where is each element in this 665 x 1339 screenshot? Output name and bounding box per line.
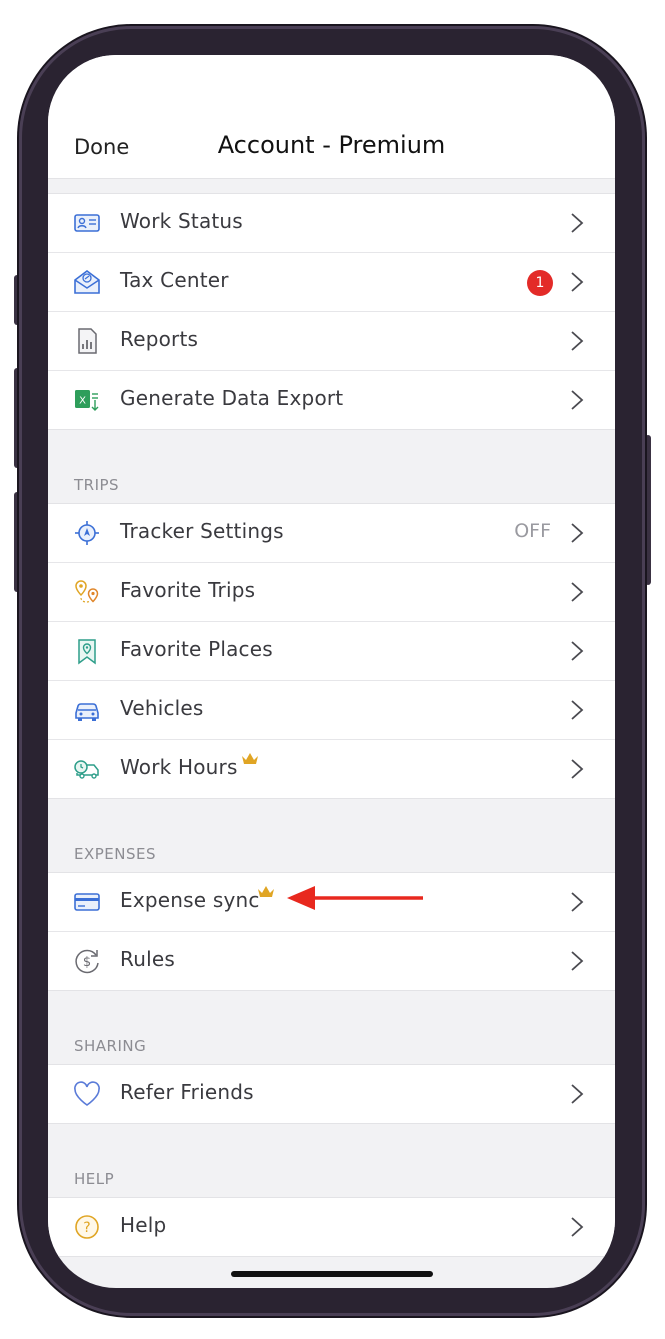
row-label: Vehicles — [120, 696, 204, 720]
row-work-hours[interactable]: Work Hours — [48, 739, 615, 798]
car-icon — [75, 703, 99, 721]
credit-card-icon — [74, 893, 100, 911]
row-refer-friends[interactable]: Refer Friends — [48, 1065, 615, 1123]
heart-icon — [74, 1081, 100, 1106]
chevron-right-icon — [571, 272, 584, 292]
report-chart-icon — [78, 328, 97, 354]
annotation-arrow-icon — [287, 886, 423, 910]
svg-text:?: ? — [83, 1220, 90, 1236]
row-label: Work Status — [120, 209, 243, 233]
row-label: Favorite Places — [120, 637, 273, 661]
help-group: ? Help — [48, 1197, 615, 1257]
row-label: Tax Center — [120, 268, 229, 292]
chevron-right-icon — [571, 582, 584, 602]
clock-truck-icon — [74, 760, 99, 779]
section-header-sharing: SHARING — [48, 991, 615, 1064]
account-group: Work Status Tax Center 1 Reports X Gener… — [48, 193, 615, 430]
dollar-cycle-icon: $ — [75, 949, 99, 974]
chevron-right-icon — [571, 892, 584, 912]
row-help[interactable]: ? Help — [48, 1198, 615, 1256]
row-label: Work Hours — [120, 755, 238, 779]
sharing-group: Refer Friends — [48, 1064, 615, 1124]
chevron-right-icon — [571, 213, 584, 233]
chevron-right-icon — [571, 759, 584, 779]
chevron-right-icon — [571, 523, 584, 543]
page-title: Account - Premium — [217, 131, 446, 159]
chevron-right-icon — [571, 390, 584, 410]
section-header-expenses: EXPENSES — [48, 799, 615, 872]
trips-group: Tracker Settings OFF Favorite Trips Favo… — [48, 503, 615, 799]
row-label: Expense sync — [120, 888, 260, 912]
row-reports[interactable]: Reports — [48, 311, 615, 370]
chevron-right-icon — [571, 641, 584, 661]
chevron-right-icon — [571, 331, 584, 351]
row-rules[interactable]: $ Rules — [48, 931, 615, 990]
home-indicator[interactable] — [231, 1271, 433, 1277]
row-tracker-settings[interactable]: Tracker Settings OFF — [48, 504, 615, 562]
section-header-help: HELP — [48, 1124, 615, 1197]
excel-export-icon: X — [75, 390, 99, 411]
section-title: TRIPS — [74, 476, 120, 494]
chevron-right-icon — [571, 951, 584, 971]
premium-crown-icon — [258, 886, 274, 897]
id-card-icon — [74, 214, 100, 232]
section-header-trips: TRIPS — [48, 430, 615, 503]
row-label: Help — [120, 1213, 167, 1237]
chevron-right-icon — [571, 1217, 584, 1237]
section-title: EXPENSES — [74, 845, 157, 863]
chevron-right-icon — [571, 1084, 584, 1104]
row-tax-center[interactable]: Tax Center 1 — [48, 252, 615, 311]
phone-screen: Done Account - Premium Work Status Tax C… — [48, 55, 615, 1288]
question-circle-icon: ? — [75, 1215, 99, 1239]
row-work-status[interactable]: Work Status — [48, 194, 615, 252]
tracker-status-value: OFF — [514, 520, 551, 542]
route-pins-icon — [75, 580, 99, 603]
row-label: Refer Friends — [120, 1080, 254, 1104]
row-label: Reports — [120, 327, 199, 351]
side-button — [645, 435, 651, 585]
settings-list: Work Status Tax Center 1 Reports X Gener… — [48, 193, 615, 1257]
row-label: Rules — [120, 947, 175, 971]
row-vehicles[interactable]: Vehicles — [48, 680, 615, 739]
svg-text:X: X — [79, 396, 86, 407]
svg-text:$: $ — [83, 955, 91, 970]
navigation-bar: Done Account - Premium — [48, 55, 615, 179]
row-label: Generate Data Export — [120, 386, 344, 410]
row-favorite-trips[interactable]: Favorite Trips — [48, 562, 615, 621]
section-title: HELP — [74, 1170, 115, 1188]
row-favorite-places[interactable]: Favorite Places — [48, 621, 615, 680]
row-generate-data-export[interactable]: X Generate Data Export — [48, 370, 615, 429]
row-label: Favorite Trips — [120, 578, 256, 602]
chevron-right-icon — [571, 700, 584, 720]
section-title: SHARING — [74, 1037, 147, 1055]
row-label: Tracker Settings — [120, 519, 284, 543]
tracker-target-icon — [75, 521, 99, 545]
map-pin-icon — [78, 639, 96, 665]
notification-badge: 1 — [527, 270, 553, 296]
tax-envelope-icon — [74, 270, 100, 294]
premium-crown-icon — [242, 753, 258, 764]
